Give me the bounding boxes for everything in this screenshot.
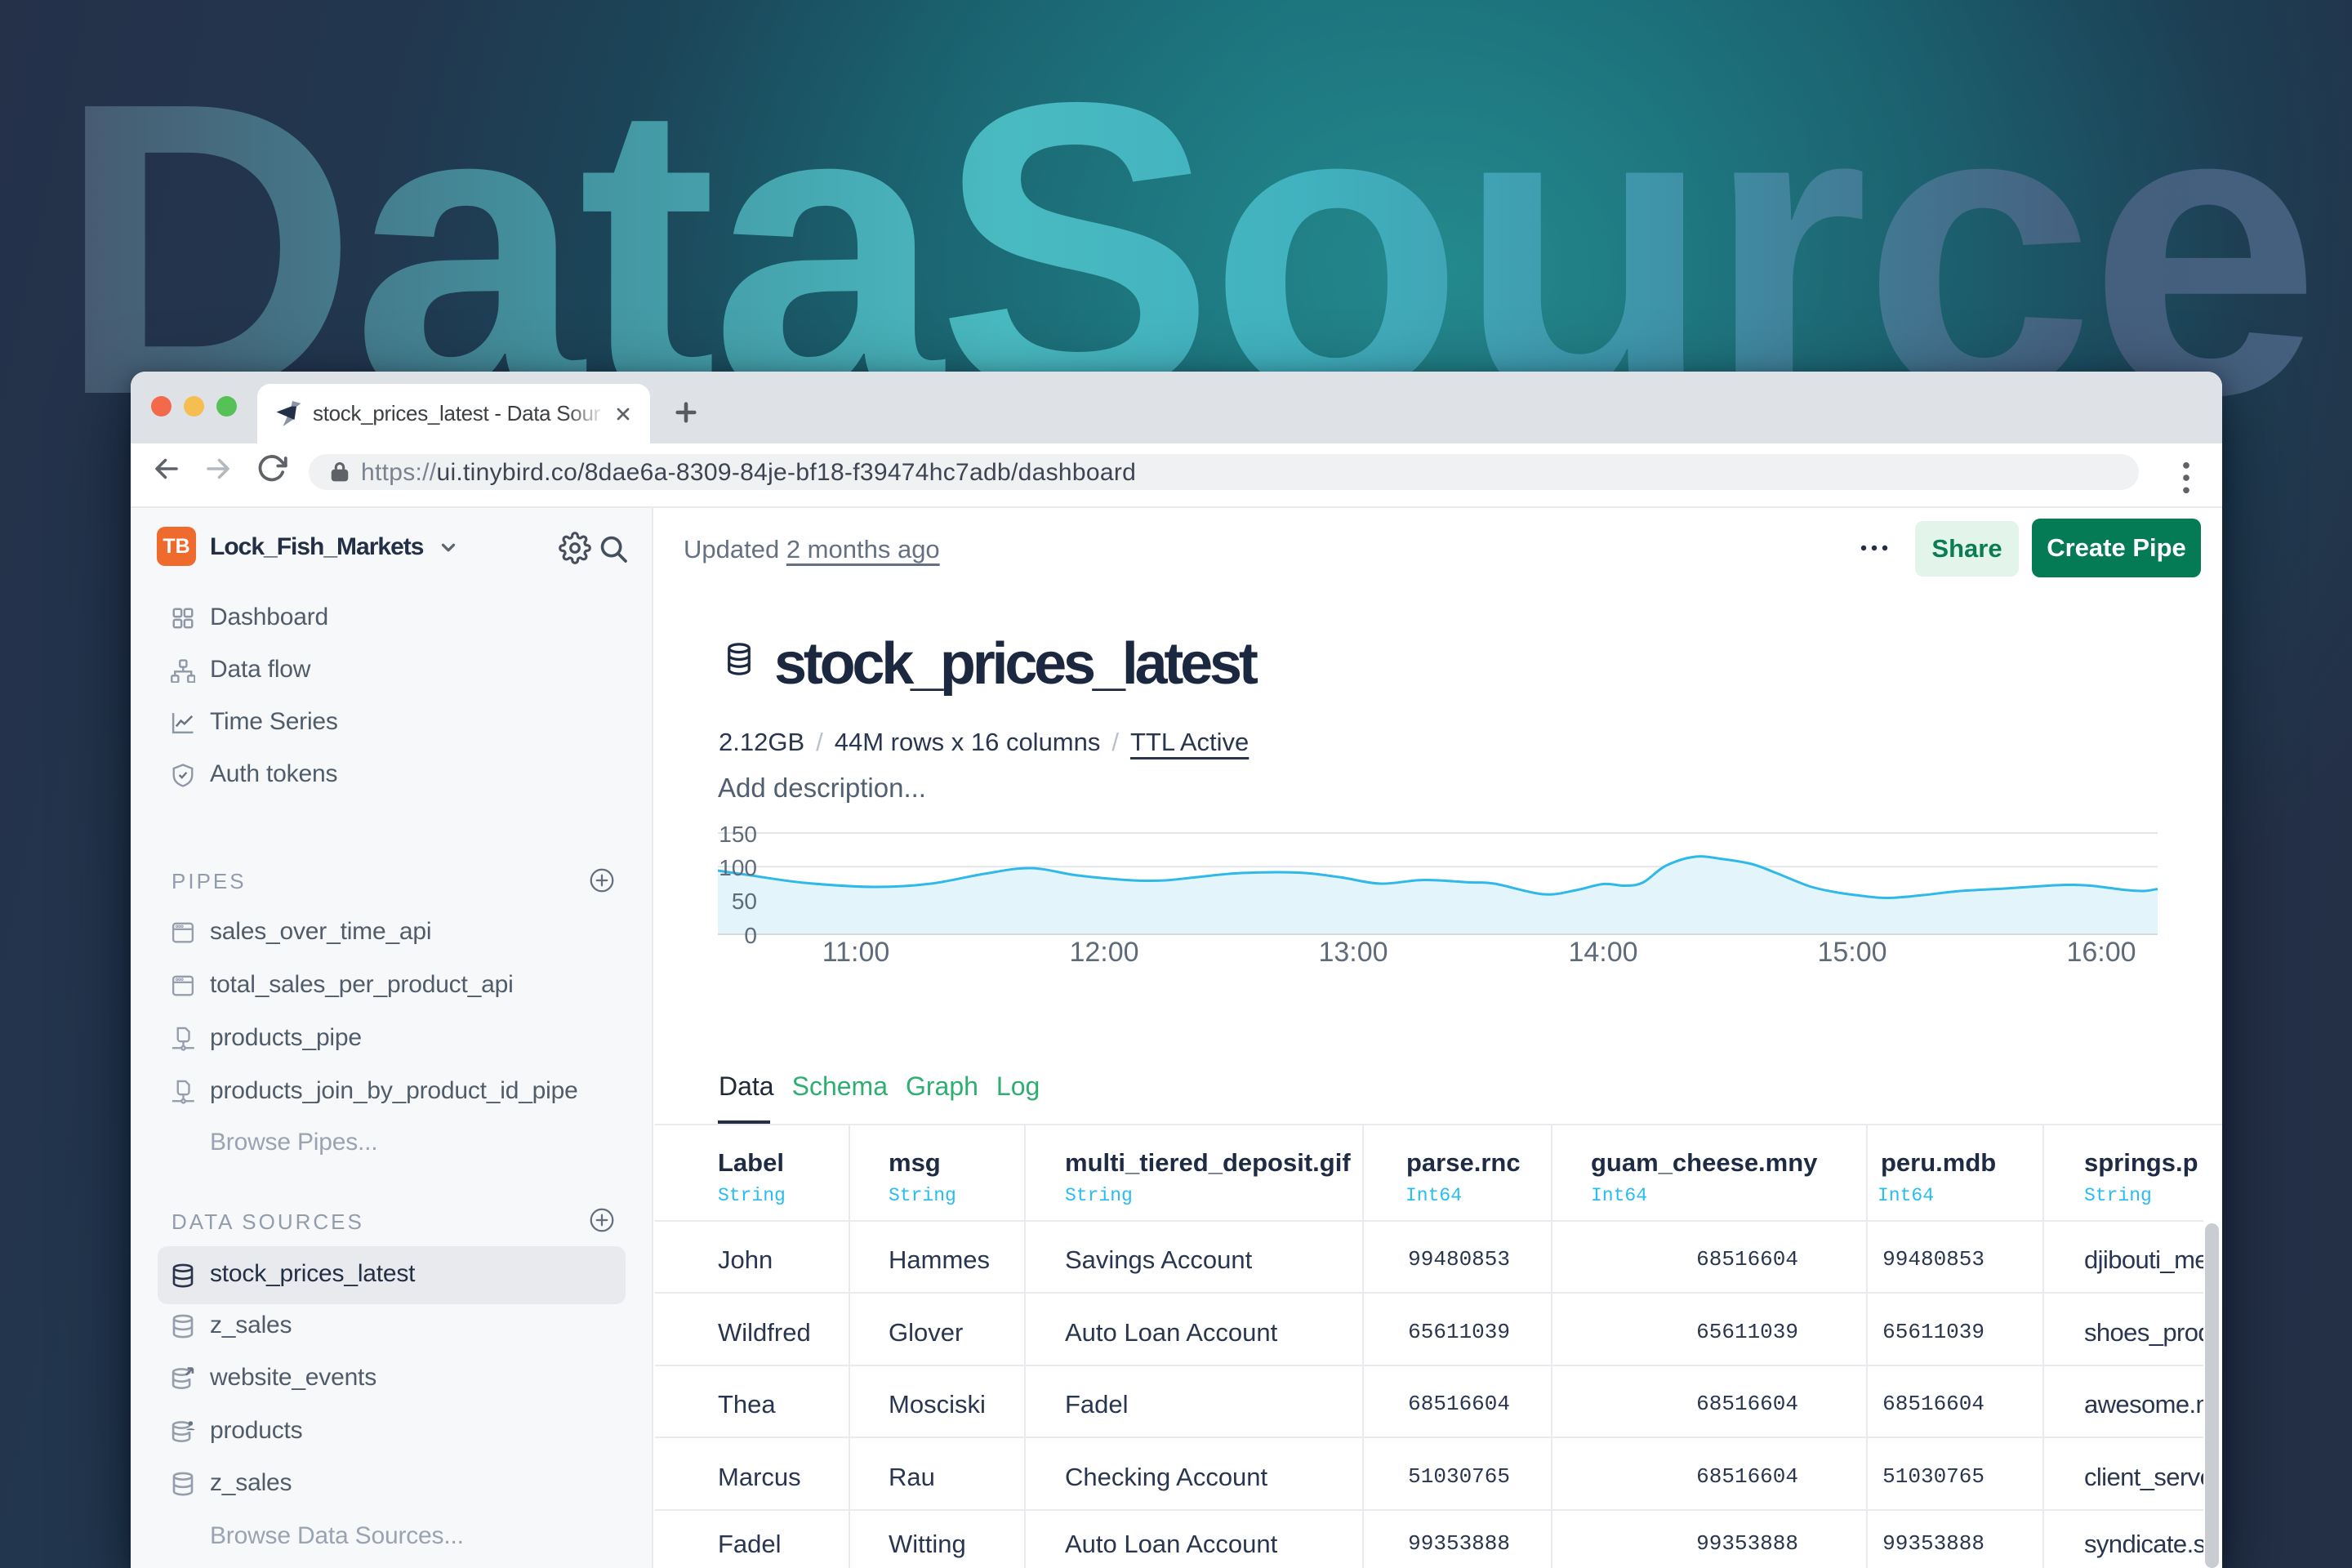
- svg-text:0: 0: [744, 923, 757, 948]
- svg-text:16:00: 16:00: [2066, 937, 2136, 968]
- svg-text:15:00: 15:00: [1817, 937, 1886, 968]
- svg-text:13:00: 13:00: [1318, 937, 1388, 968]
- svg-text:12:00: 12:00: [1069, 937, 1138, 968]
- svg-text:50: 50: [732, 889, 757, 914]
- svg-text:150: 150: [719, 822, 757, 847]
- svg-text:100: 100: [719, 855, 757, 880]
- svg-text:11:00: 11:00: [822, 937, 890, 968]
- svg-text:14:00: 14:00: [1568, 937, 1637, 968]
